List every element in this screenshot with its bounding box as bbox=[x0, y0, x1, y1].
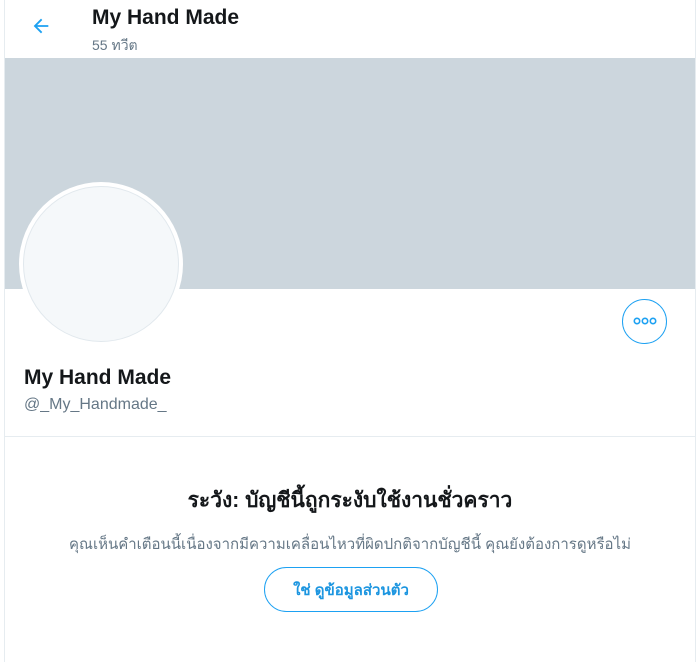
page-header: My Hand Made 55 ทวีต bbox=[5, 0, 695, 58]
profile-page: My Hand Made 55 ทวีต My Hand Made @_My_H… bbox=[4, 0, 696, 662]
page-title: My Hand Made bbox=[92, 6, 240, 29]
suspension-warning: ระวัง: บัญชีนี้ถูกระงับใช้งานชั่วคราว คุ… bbox=[5, 484, 695, 556]
back-button[interactable] bbox=[25, 12, 57, 44]
avatar-image bbox=[23, 186, 179, 342]
tweet-count: 55 ทวีต bbox=[92, 37, 138, 53]
profile-handle: @_My_Handmade_ bbox=[24, 396, 167, 413]
avatar[interactable] bbox=[19, 182, 183, 346]
divider bbox=[5, 436, 695, 437]
warning-text: คุณเห็นคำเตือนนี้เนื่องจากมีความเคลื่อนไ… bbox=[69, 536, 631, 553]
more-button[interactable] bbox=[622, 299, 667, 344]
arrow-left-icon bbox=[30, 15, 52, 42]
warning-title: ระวัง: บัญชีนี้ถูกระงับใช้งานชั่วคราว bbox=[187, 489, 513, 512]
view-profile-button[interactable]: ใช่ ดูข้อมูลส่วนตัว bbox=[264, 567, 438, 612]
more-horizontal-icon bbox=[632, 313, 657, 331]
profile-name: My Hand Made bbox=[24, 366, 172, 389]
